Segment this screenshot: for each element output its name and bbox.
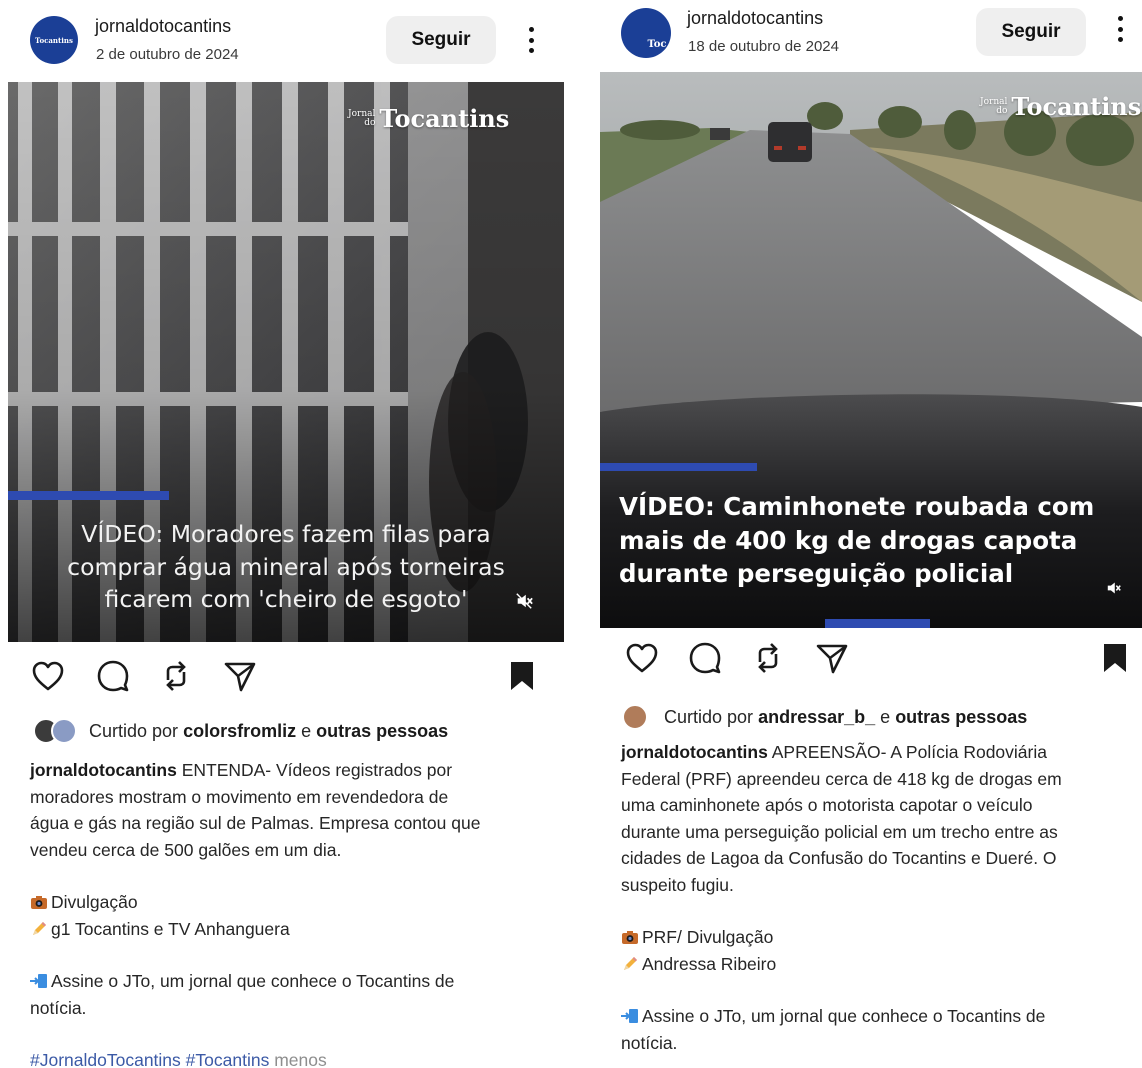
repost-icon[interactable] [158,658,194,694]
follow-button[interactable]: Seguir [976,8,1086,56]
camera-emoji [30,893,48,911]
likes-prefix: Curtido por [89,720,179,741]
brand-watermark: Jornal do Tocantins [348,104,509,133]
comment-icon[interactable] [95,658,131,694]
share-icon[interactable] [222,658,258,694]
caption-line: moradores mostram o movimento em revende… [30,786,449,807]
likes-middle: e [880,706,891,727]
post-date: 2 de outubro de 2024 [96,46,239,63]
liker-avatar [51,718,77,744]
arrow-emoji [30,972,48,990]
pencil-emoji [30,920,48,938]
likes-prefix: Curtido por [664,706,754,727]
cta-line: Assine o JTo, um jornal que conhece o To… [51,971,455,991]
brand-small-2: do [364,117,376,128]
caption-line: uma caminhonete após o motorista capotar… [621,795,1033,815]
username-link[interactable]: jornaldotocantins [687,8,823,29]
video-player[interactable]: Jornal do Tocantins VÍDEO: Moradores faze… [8,82,564,642]
brand-small-2: do [996,105,1008,116]
caption-line: Federal (PRF) apreendeu cerca de 418 kg … [621,768,1062,789]
post-header: Tocantins jornaldotocantins 2 de outubro… [0,0,572,80]
liker-username[interactable]: andressar_b_ [758,707,875,728]
overlay-line: VÍDEO: Caminhonete roubada com [619,492,1095,521]
video-player[interactable]: Jornal do Tocantins VÍDEO: Caminhonete ro… [600,72,1142,628]
cta-line: notícia. [30,997,87,1018]
heart-icon[interactable] [30,658,66,694]
pencil-emoji [621,955,639,973]
liker-avatar [622,704,648,730]
likes-summary[interactable]: Curtido por andressar_b_ e outras pessoa… [622,704,1027,730]
mute-icon[interactable] [1102,576,1126,600]
post-date: 18 de outubro de 2024 [688,38,839,55]
overlay-line: VÍDEO: Moradores fazem filas para [81,520,491,548]
avatar-logo-text: Toc [647,38,667,50]
mute-icon[interactable] [512,589,536,613]
video-title-overlay: VÍDEO: Caminhonete roubada com mais de 4… [619,490,1119,591]
likes-middle: e [301,720,312,741]
brand-name: Tocantins [379,104,510,133]
video-progress-bar [8,491,169,500]
caption-line: suspeito fugiu. [621,874,734,895]
caption-line: ENTENDA- Vídeos registrados por [181,760,453,780]
follow-button[interactable]: Seguir [386,16,496,64]
post-actions [0,658,572,698]
liker-username[interactable]: colorsfromliz [183,721,296,742]
overlay-line: comprar água mineral após torneiras [67,552,505,581]
photo-credit: Divulgação [51,892,138,912]
comment-icon[interactable] [687,640,723,676]
avatar-logo-text: Tocantins [35,35,73,45]
photo-credit: PRF/ Divulgação [642,927,774,947]
likes-others[interactable]: outras pessoas [895,707,1027,728]
bookmark-icon[interactable] [504,658,540,694]
likes-summary[interactable]: Curtido por colorsfromliz e outras pesso… [33,718,448,744]
caption-line: durante uma perseguição policial em um t… [621,821,1058,842]
text-credit: Andressa Ribeiro [642,953,777,974]
post-actions [592,640,1142,680]
cta-line: notícia. [621,1032,678,1053]
video-progress-bar [600,463,757,471]
post-caption: jornaldotocantins ENTENDA- Vídeos regist… [30,757,480,1068]
overlay-line: ficarem com 'cheiro de esgoto' [104,585,468,613]
heart-icon[interactable] [624,640,660,676]
caption-line: vendeu cerca de 500 galões em um dia. [30,839,342,860]
repost-icon[interactable] [750,640,786,676]
more-icon[interactable] [1110,12,1130,46]
brand-name: Tocantins [1011,92,1142,121]
bookmark-icon[interactable] [1097,640,1133,676]
less-link[interactable]: menos [274,1050,327,1068]
cta-line: Assine o JTo, um jornal que conhece o To… [642,1006,1046,1026]
carousel-indicator [825,619,930,628]
caption-username[interactable]: jornaldotocantins [621,742,768,762]
share-icon[interactable] [814,640,850,676]
username-link[interactable]: jornaldotocantins [95,16,231,37]
text-credit: g1 Tocantins e TV Anhanguera [51,918,290,939]
caption-line: água e gás na região sul de Palmas. Empr… [30,813,481,833]
post-header: Toc jornaldotocantins 18 de outubro de 2… [592,0,1142,72]
post-caption: jornaldotocantins APREENSÃO- A Polícia R… [621,739,1062,1056]
overlay-line: mais de 400 kg de drogas capota [619,525,1078,555]
overlay-line: durante perseguição policial [619,559,1014,588]
profile-avatar[interactable]: Toc [621,8,671,58]
likes-others[interactable]: outras pessoas [316,721,448,742]
caption-username[interactable]: jornaldotocantins [30,760,177,780]
liker-avatars [622,704,652,730]
caption-line: APREENSÃO- A Polícia Rodoviária [771,742,1047,762]
brand-watermark: Jornal do Tocantins [980,92,1141,121]
caption-line: cidades de Lagoa da Confusão do Tocantin… [621,848,1057,868]
hashtags-link[interactable]: #JornaldoTocantins #Tocantins [30,1050,269,1068]
more-icon[interactable] [521,23,541,57]
camera-emoji [621,928,639,946]
video-title-overlay: VÍDEO: Moradores fazem filas para compra… [8,518,564,616]
profile-avatar[interactable]: Tocantins [30,16,78,64]
arrow-emoji [621,1007,639,1025]
liker-avatars [33,718,77,744]
